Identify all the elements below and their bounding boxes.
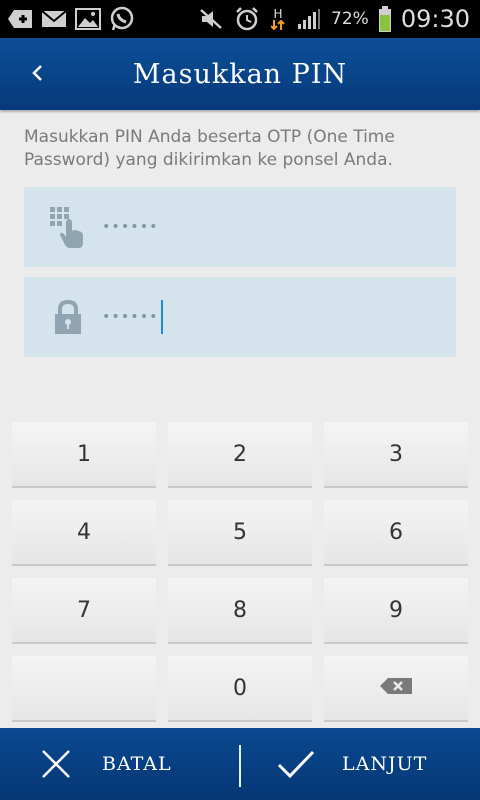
key-7[interactable]: 7: [12, 578, 156, 644]
backspace-key[interactable]: [324, 656, 468, 722]
key-blank: [12, 656, 156, 722]
close-icon: [36, 744, 76, 784]
signal-icon: [295, 7, 323, 31]
otp-field[interactable]: ••••••: [24, 187, 456, 267]
pin-value: ••••••: [102, 300, 163, 334]
key-0[interactable]: 0: [168, 656, 312, 722]
checkmark-icon: [276, 744, 316, 784]
pin-field[interactable]: ••••••: [24, 277, 456, 357]
key-3[interactable]: 3: [324, 422, 468, 488]
keypad-touch-icon: [38, 202, 98, 252]
whatsapp-icon: [108, 6, 136, 31]
key-8[interactable]: 8: [168, 578, 312, 644]
lock-icon: [38, 292, 98, 342]
backspace-icon: [379, 676, 413, 701]
cancel-button[interactable]: BATAL: [0, 728, 240, 800]
mute-icon: [197, 7, 225, 31]
pin-masked-text: ••••••: [102, 309, 159, 325]
data-transfer-icon: H: [269, 7, 287, 31]
network-type-label: H: [273, 7, 283, 21]
next-label: LANJUT: [342, 753, 428, 775]
plus-notification-icon: [6, 7, 34, 31]
otp-value: ••••••: [102, 219, 159, 235]
chevron-left-icon: [30, 64, 44, 86]
instruction-text: Masukkan PIN Anda beserta OTP (One Time …: [24, 127, 395, 170]
back-button[interactable]: [22, 60, 52, 90]
email-icon: [40, 7, 68, 31]
status-bar: H 72% 09:30: [0, 0, 480, 38]
gallery-icon: [74, 7, 102, 31]
key-9[interactable]: 9: [324, 578, 468, 644]
page-title: Masukkan PIN: [132, 58, 348, 90]
alarm-icon: [233, 7, 261, 31]
bottom-bar-divider: [239, 745, 241, 787]
clock: 09:30: [400, 5, 470, 33]
battery-percent: 72%: [331, 9, 369, 29]
app-header: Masukkan PIN: [0, 38, 480, 110]
key-4[interactable]: 4: [12, 500, 156, 566]
cancel-label: BATAL: [102, 753, 172, 775]
key-5[interactable]: 5: [168, 500, 312, 566]
next-button[interactable]: LANJUT: [240, 728, 480, 800]
text-cursor: [160, 300, 163, 334]
key-2[interactable]: 2: [168, 422, 312, 488]
key-1[interactable]: 1: [12, 422, 156, 488]
key-6[interactable]: 6: [324, 500, 468, 566]
battery-icon: [377, 6, 393, 32]
